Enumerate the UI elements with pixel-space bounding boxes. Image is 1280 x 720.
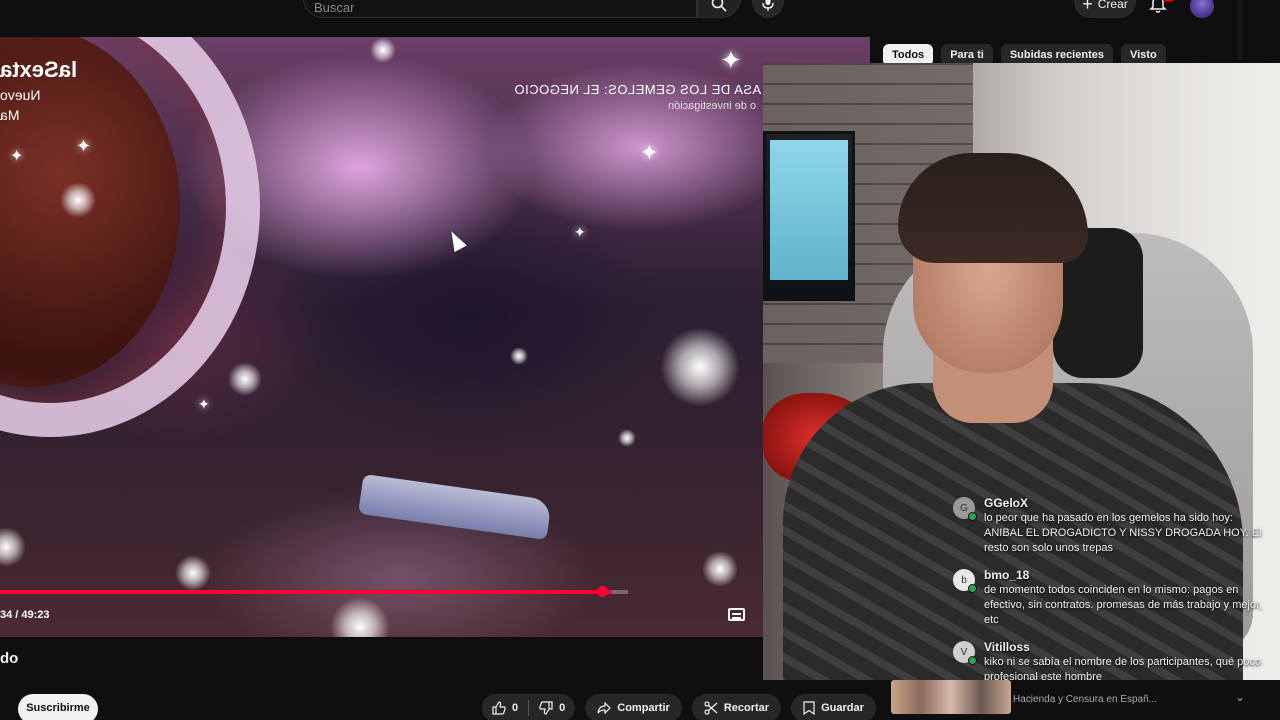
channel-watermark: laSexta: [0, 57, 78, 82]
video-title: do: [0, 650, 19, 667]
sparkle: [660, 327, 740, 407]
star-sparkle-icon: ✦: [76, 136, 92, 156]
top-bar: Buscar + Crear 9+: [0, 0, 1280, 60]
create-button[interactable]: + Crear: [1074, 0, 1136, 18]
search-button[interactable]: [697, 0, 741, 18]
sparkle: [0, 527, 26, 567]
chat-username: GGeloX: [984, 496, 1029, 510]
clip-label: Recortar: [723, 702, 770, 714]
chat-overlay: G GGeloX lo peor que ha pasado en los ge…: [950, 495, 1270, 696]
share-label: Compartir: [617, 702, 670, 714]
playlist-thumbnails: [891, 680, 1011, 714]
bookmark-icon: [803, 701, 815, 715]
dislike-button[interactable]: 0: [529, 694, 575, 720]
chat-avatar: G: [953, 497, 977, 521]
playlist-title: Hacienda y Censura en Españ...: [1013, 694, 1157, 705]
notifications-button[interactable]: 9+: [1149, 0, 1175, 16]
chat-avatar: b: [953, 569, 977, 593]
progress-played: [0, 590, 612, 594]
star-sparkle-icon: ✦: [720, 45, 742, 75]
sparkle: [228, 362, 262, 396]
create-label: Crear: [1097, 0, 1128, 11]
share-icon: [597, 702, 612, 714]
chat-username: bmo_18: [984, 568, 1030, 582]
progress-scrubber[interactable]: [597, 586, 608, 597]
account-avatar[interactable]: [1190, 0, 1214, 18]
like-count: 0: [512, 702, 519, 714]
save-button[interactable]: Guardar: [791, 694, 876, 720]
search-icon: [711, 0, 727, 12]
sparkle: [370, 37, 396, 63]
sparkle: [175, 555, 211, 591]
scrollbar[interactable]: [1238, 0, 1242, 60]
sparkle: [330, 597, 390, 637]
sparkle: [618, 429, 636, 447]
video-overlay-title: ASA DE LOS GEMELOS: EL NEGOCIO: [514, 82, 762, 97]
sparkle: [60, 182, 96, 218]
search-placeholder: Buscar: [314, 0, 355, 15]
scissors-icon: [704, 701, 718, 715]
subtitles-icon[interactable]: [728, 608, 745, 621]
chat-message: b bmo_18 de momento todos coinciden en l…: [950, 567, 1270, 628]
mouse-cursor-icon: [445, 227, 467, 253]
subscribe-button[interactable]: Suscribirme: [18, 694, 98, 720]
dislike-count: 0: [559, 702, 566, 714]
microphone-icon: [762, 0, 774, 11]
chat-text: de momento todos coinciden en lo mismo: …: [984, 584, 1263, 626]
chat-message: V Vitilloss kiko ni se sabía el nombre d…: [950, 639, 1270, 685]
sparkle: [702, 551, 738, 587]
star-sparkle-icon: ✦: [640, 140, 659, 165]
like-dislike-group: 0 0: [482, 694, 576, 720]
monitor-image: [763, 131, 855, 301]
playlist-strip[interactable]: Hacienda y Censura en Españ... ⌄: [883, 680, 1280, 720]
watermark-line-1: Nuevo: [0, 87, 41, 103]
thumbs-up-icon: [492, 701, 506, 715]
star-sparkle-icon: ✦: [574, 224, 586, 240]
chat-avatar: V: [953, 641, 977, 665]
plus-icon: +: [1082, 0, 1093, 14]
star-sparkle-icon: ✦: [198, 396, 210, 412]
notification-badge: 9+: [1162, 0, 1175, 2]
clip-button[interactable]: Recortar: [691, 694, 782, 720]
search-input[interactable]: Buscar: [303, 0, 697, 18]
video-object: [358, 473, 552, 541]
like-button[interactable]: 0: [482, 694, 528, 720]
time-display: 34 / 49:23: [0, 609, 50, 621]
youtube-watch-page: Buscar + Crear 9+ Todos Para ti Subidas …: [0, 0, 1280, 720]
share-button[interactable]: Compartir: [585, 694, 682, 720]
chat-message: G GGeloX lo peor que ha pasado en los ge…: [950, 495, 1270, 556]
chat-text: lo peor que ha pasado en los gemelos ha …: [984, 512, 1262, 554]
video-overlay-subtitle: o de investigación: [668, 100, 757, 112]
sparkle: [510, 347, 528, 365]
video-player[interactable]: laSexta Nuevo Ma ASA DE LOS GEMELOS: EL …: [0, 37, 870, 637]
action-bar: 0 0 Compartir Recortar Guardar •••: [482, 694, 914, 720]
thumbs-down-icon: [539, 701, 553, 715]
streamer-hair: [898, 153, 1088, 263]
chat-username: Vitilloss: [984, 640, 1030, 654]
save-label: Guardar: [821, 702, 864, 714]
star-sparkle-icon: ✦: [10, 148, 24, 165]
watermark-line-2: Ma: [0, 107, 20, 123]
bell-icon: [1149, 0, 1167, 13]
chevron-down-icon[interactable]: ⌄: [1235, 690, 1245, 704]
voice-search-button[interactable]: [752, 0, 784, 18]
